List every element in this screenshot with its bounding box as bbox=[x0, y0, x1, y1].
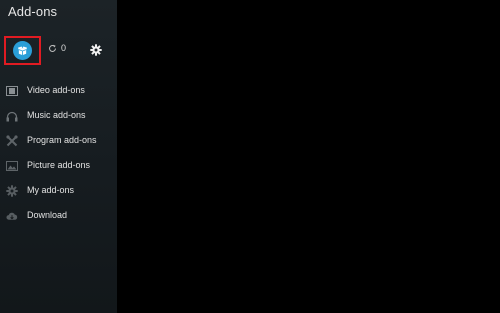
check-updates-button[interactable]: 0 bbox=[48, 43, 66, 53]
addons-toolbar: 0 bbox=[0, 36, 117, 66]
headphones-icon bbox=[6, 110, 18, 122]
cloud-download-icon bbox=[6, 210, 18, 222]
gear-icon bbox=[6, 185, 18, 197]
menu-item-video-addons[interactable]: Video add-ons bbox=[0, 79, 117, 104]
menu-item-program-addons[interactable]: Program add-ons bbox=[0, 129, 117, 154]
menu-item-label: Music add-ons bbox=[27, 110, 86, 120]
menu-item-label: Program add-ons bbox=[27, 135, 97, 145]
menu-item-picture-addons[interactable]: Picture add-ons bbox=[0, 154, 117, 179]
gear-icon bbox=[90, 44, 102, 56]
update-count: 0 bbox=[61, 43, 67, 53]
page-title: Add-ons bbox=[8, 4, 58, 19]
menu-item-label: Download bbox=[27, 210, 68, 220]
refresh-icon bbox=[49, 44, 56, 52]
picture-icon bbox=[6, 160, 18, 172]
addon-browser-button[interactable] bbox=[4, 36, 41, 65]
sidebar: Add-ons 0 Video add-ons Music add-ons Pr… bbox=[0, 0, 117, 313]
addons-menu: Video add-ons Music add-ons Program add-… bbox=[0, 79, 117, 229]
tools-icon bbox=[6, 135, 18, 147]
menu-item-my-addons[interactable]: My add-ons bbox=[0, 179, 117, 204]
menu-item-label: Video add-ons bbox=[27, 85, 85, 95]
open-box-icon bbox=[13, 41, 32, 60]
menu-item-label: My add-ons bbox=[27, 185, 75, 195]
menu-item-music-addons[interactable]: Music add-ons bbox=[0, 104, 117, 129]
menu-item-download[interactable]: Download bbox=[0, 204, 117, 229]
menu-item-label: Picture add-ons bbox=[27, 160, 91, 170]
content-area bbox=[117, 0, 500, 313]
settings-button[interactable] bbox=[90, 43, 102, 56]
film-icon bbox=[6, 85, 18, 97]
